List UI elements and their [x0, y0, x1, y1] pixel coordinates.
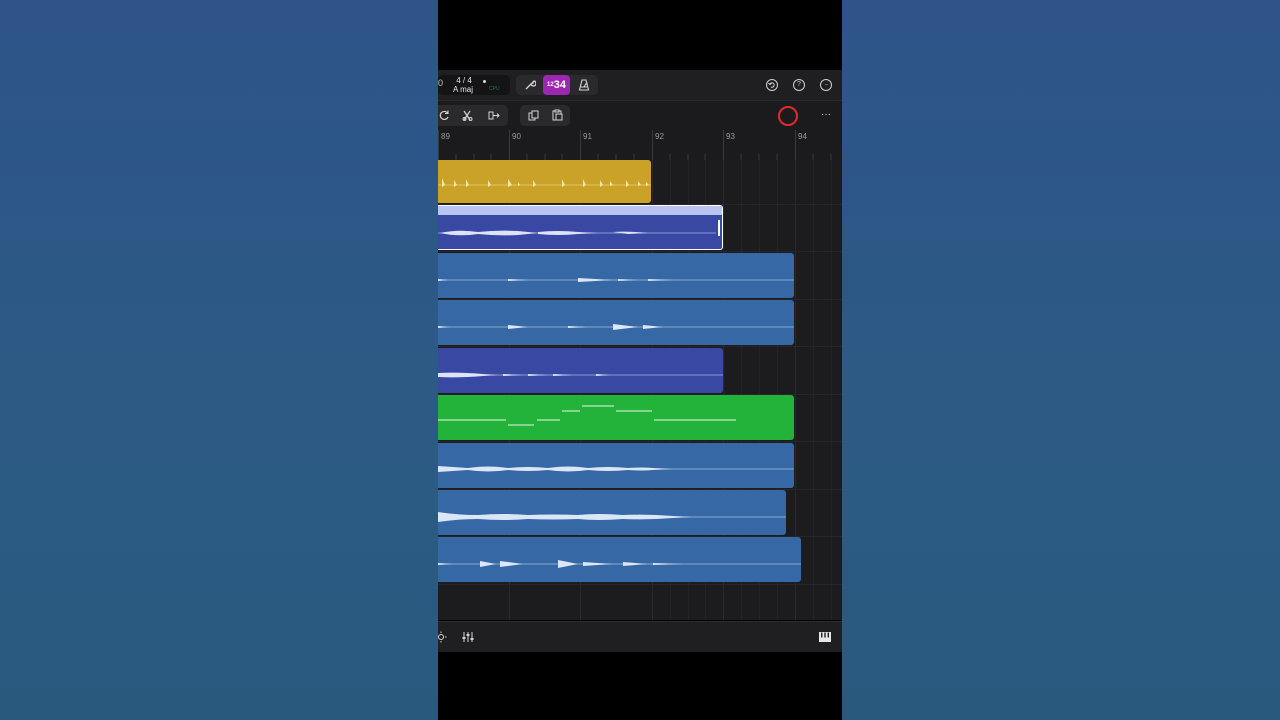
waveform	[438, 560, 801, 568]
control-bar: 0 4 / 4 A maj CPU 1234 ? ···	[438, 70, 842, 101]
key-signature: A maj	[453, 85, 474, 94]
cpu-meter-label: CPU	[489, 86, 500, 92]
drum-hits	[438, 178, 651, 187]
paste-icon[interactable]	[548, 105, 566, 128]
region-green[interactable]	[438, 395, 794, 440]
overflow-menu-icon[interactable]: ···	[816, 105, 836, 125]
wrench-icon[interactable]	[520, 75, 540, 98]
more-icon[interactable]: ···	[820, 79, 832, 91]
loop-icon[interactable]	[438, 105, 453, 128]
time-signature: 4 / 4	[456, 76, 472, 85]
split-icon[interactable]	[458, 105, 476, 128]
background-left	[0, 0, 438, 720]
ruler-ticks	[455, 154, 832, 160]
tracks-area[interactable]	[438, 160, 842, 620]
edit-tools-group	[438, 105, 508, 126]
region-indigo[interactable]	[438, 348, 723, 393]
region-selected[interactable]	[438, 205, 723, 250]
record-button[interactable]	[778, 106, 798, 126]
waveform	[438, 230, 716, 236]
waveform	[438, 278, 794, 282]
position-readout: 0	[438, 78, 444, 88]
background-right	[842, 0, 1280, 720]
waveform	[438, 512, 786, 522]
region-yellow[interactable]	[438, 160, 651, 203]
metronome-icon[interactable]	[574, 75, 594, 98]
count-in-button[interactable]: 1234	[543, 75, 570, 95]
bottom-toolbar	[438, 621, 842, 652]
lcd-display[interactable]: 0 4 / 4 A maj CPU	[438, 75, 510, 95]
copy-icon[interactable]	[524, 105, 542, 128]
join-icon[interactable]	[485, 105, 503, 128]
brightness-icon[interactable]	[438, 627, 448, 650]
undo-icon[interactable]	[766, 79, 778, 91]
help-icon[interactable]: ?	[793, 79, 805, 91]
clipboard-group	[520, 105, 570, 126]
midi-notes	[438, 405, 736, 426]
waveform	[438, 372, 723, 378]
region-blue-3[interactable]	[438, 443, 794, 488]
timeline-ruler[interactable]: 89 90 91 92 93 94	[438, 130, 842, 160]
region-blue-5[interactable]	[438, 537, 801, 582]
edit-toolbar: ···	[438, 101, 842, 131]
region-blue-1[interactable]	[438, 253, 794, 298]
region-blue-4[interactable]	[438, 490, 786, 535]
region-blue-2[interactable]	[438, 300, 794, 345]
waveform	[438, 466, 794, 472]
mixer-icon[interactable]	[460, 627, 476, 650]
piano-keyboard-icon[interactable]	[816, 627, 834, 649]
lcd-indicator-dot	[483, 80, 486, 83]
waveform	[438, 324, 794, 330]
garageband-screen: 0 4 / 4 A maj CPU 1234 ? ··· ··· 89 90 9…	[438, 0, 842, 720]
